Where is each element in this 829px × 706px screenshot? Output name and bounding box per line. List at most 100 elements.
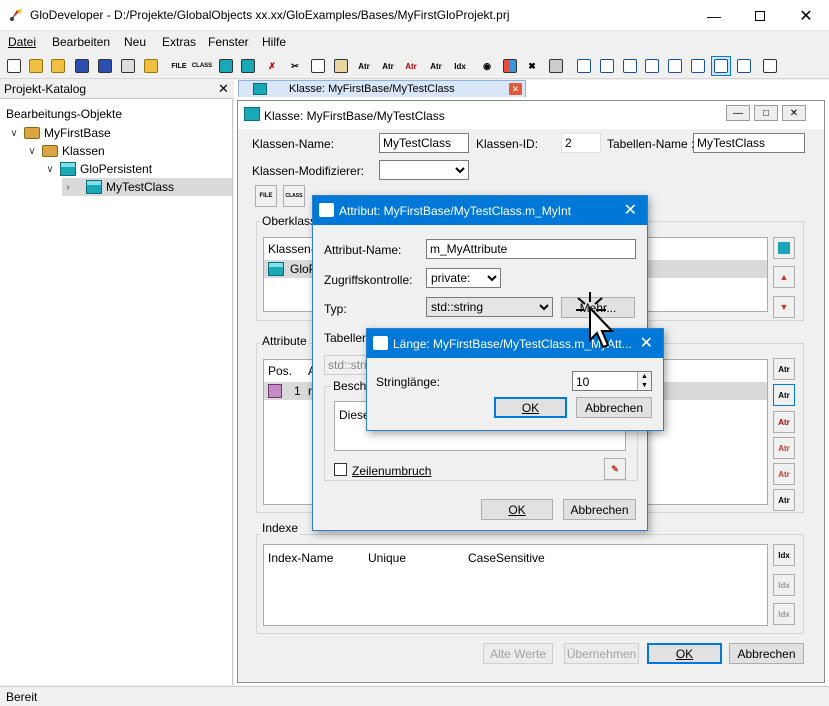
ok-button[interactable]: OK xyxy=(647,643,722,664)
attribute-dialog-close-icon[interactable]: ✕ xyxy=(624,200,637,220)
menu-neu[interactable]: Neu xyxy=(124,35,146,49)
panel-close-icon[interactable]: ✕ xyxy=(218,81,229,97)
old-values-button[interactable]: Alte Werte xyxy=(483,643,553,664)
access-select[interactable]: private: xyxy=(426,268,501,288)
open-icon[interactable] xyxy=(141,56,161,76)
status-text: Bereit xyxy=(6,690,38,704)
index-new-button[interactable]: Idx xyxy=(773,544,795,566)
menu-fenster[interactable]: Fenster xyxy=(208,35,249,49)
mouse-cursor-icon xyxy=(576,292,626,352)
save-icon[interactable] xyxy=(72,56,92,76)
chevron-down-icon[interactable]: ∨ xyxy=(44,164,56,175)
type-select[interactable]: std::string xyxy=(426,297,553,317)
tools-icon[interactable]: ✖ xyxy=(522,56,542,76)
class-name-input[interactable] xyxy=(379,133,469,153)
attr-icon[interactable] xyxy=(216,56,236,76)
frame-2-icon[interactable] xyxy=(597,56,617,76)
paste-icon[interactable] xyxy=(331,56,351,76)
class-button[interactable]: CLASS xyxy=(283,185,305,207)
length-cancel-button[interactable]: Abbrechen xyxy=(576,397,652,418)
index-icon[interactable]: Idx xyxy=(450,56,470,76)
spin-up-icon[interactable]: ▲ xyxy=(641,373,648,380)
child-close-button[interactable]: ✕ xyxy=(782,105,806,121)
close-button[interactable]: ✕ xyxy=(783,0,829,31)
save-as-icon[interactable] xyxy=(95,56,115,76)
tree-item-klassen[interactable]: ∨ Klassen xyxy=(26,142,104,160)
frame-4-icon[interactable] xyxy=(642,56,662,76)
doc-tab[interactable]: Klasse: MyFirstBase/MyTestClass ✕ xyxy=(238,80,526,97)
menu-hilfe[interactable]: Hilfe xyxy=(262,35,286,49)
class-icon[interactable]: CLASS xyxy=(192,56,212,76)
attr-edit-button[interactable]: Atr xyxy=(773,384,795,406)
book-icon[interactable] xyxy=(760,56,780,76)
frame-8-icon[interactable] xyxy=(734,56,754,76)
menu-extras[interactable]: Extras xyxy=(162,35,196,49)
attr-add-icon[interactable]: Atr xyxy=(426,56,446,76)
open-folder-icon[interactable] xyxy=(26,56,46,76)
file-button[interactable]: FILE xyxy=(255,185,277,207)
menu-bar: Datei Bearbeiten Neu Extras Fenster Hilf… xyxy=(0,32,829,52)
attr-copy-icon[interactable]: Atr xyxy=(354,56,374,76)
move-up-button[interactable]: ▲ xyxy=(773,266,795,288)
properties-icon[interactable] xyxy=(118,56,138,76)
attr-ok-button[interactable]: OK xyxy=(481,499,553,520)
class-id-input[interactable] xyxy=(561,133,601,153)
chevron-right-icon[interactable]: › xyxy=(62,182,74,193)
copy-icon[interactable] xyxy=(308,56,328,76)
string-length-spinner[interactable]: 10 ▲ ▼ xyxy=(572,371,652,391)
attr-delete-icon[interactable]: Atr xyxy=(401,56,421,76)
child-restore-button[interactable]: □ xyxy=(754,105,778,121)
chevron-down-icon[interactable]: ∨ xyxy=(26,146,38,157)
move-down-button[interactable]: ▼ xyxy=(773,296,795,318)
table-name-input[interactable] xyxy=(693,133,805,153)
chevron-down-icon[interactable]: ∨ xyxy=(8,128,20,139)
length-ok-button[interactable]: OK xyxy=(494,397,567,418)
tiles-icon[interactable] xyxy=(500,56,520,76)
spin-down-icon[interactable]: ▼ xyxy=(641,382,648,389)
maximize-button[interactable] xyxy=(737,0,783,31)
tree-item-myfirstbase[interactable]: ∨ MyFirstBase xyxy=(8,124,110,142)
edit-description-button[interactable]: ✎ xyxy=(604,458,626,480)
attr-new-button[interactable]: Atr xyxy=(773,358,795,380)
frame-6-icon[interactable] xyxy=(688,56,708,76)
index-list[interactable]: Index-Name Unique CaseSensitive xyxy=(263,544,768,626)
tree-item-glopersistent[interactable]: ∨ GloPersistent xyxy=(44,160,152,178)
cut-icon[interactable]: ✗ xyxy=(262,56,282,76)
attr-move-icon[interactable]: Atr xyxy=(378,56,398,76)
modifier-select[interactable] xyxy=(379,160,469,180)
scissors-icon[interactable]: ✂ xyxy=(285,56,305,76)
menu-neu-label: Neu xyxy=(124,35,147,49)
new-file-icon[interactable] xyxy=(4,56,24,76)
frame-1-icon[interactable] xyxy=(574,56,594,76)
file-class-icon[interactable]: FILE xyxy=(169,56,189,76)
length-dialog-close-icon[interactable]: ✕ xyxy=(640,333,653,353)
build-icon[interactable] xyxy=(546,56,566,76)
menu-datei[interactable]: Datei xyxy=(8,35,36,49)
apply-button[interactable]: Übernehmen xyxy=(564,643,639,664)
close-icon[interactable]: ✕ xyxy=(509,83,522,95)
attr-delete-button[interactable]: Atr xyxy=(773,411,795,433)
cancel-button[interactable]: Abbrechen xyxy=(729,643,804,664)
minimize-button[interactable]: — xyxy=(691,0,737,31)
tree-root[interactable]: Bearbeitungs-Objekte xyxy=(6,105,122,123)
attr-down-button[interactable]: Atr xyxy=(773,463,795,485)
index-edit-button[interactable]: Idx xyxy=(773,574,795,596)
open-folder-2-icon[interactable] xyxy=(48,56,68,76)
wrap-checkbox[interactable] xyxy=(334,463,347,476)
frame-3-icon[interactable] xyxy=(620,56,640,76)
attr-name-input[interactable] xyxy=(426,239,636,259)
child-minimize-button[interactable]: — xyxy=(726,105,750,121)
frame-5-icon[interactable] xyxy=(665,56,685,76)
attr-all-button[interactable]: Atr xyxy=(773,489,795,511)
menu-bearbeiten[interactable]: Bearbeiten xyxy=(52,35,110,49)
attr-up-button[interactable]: Atr xyxy=(773,437,795,459)
toolbar: FILE CLASS ✗ ✂ Atr Atr Atr Atr Idx ◉ ✖ xyxy=(0,53,829,79)
tree-item-mytestclass[interactable]: › MyTestClass xyxy=(62,178,232,196)
find-icon[interactable] xyxy=(238,56,258,76)
index-delete-button[interactable]: Idx xyxy=(773,603,795,625)
globe-icon[interactable]: ◉ xyxy=(477,56,497,76)
spinner-arrows-icon[interactable]: ▲ ▼ xyxy=(637,372,651,390)
attr-cancel-button[interactable]: Abbrechen xyxy=(563,499,636,520)
frame-7-icon[interactable] xyxy=(711,56,731,76)
superclass-edit-button[interactable] xyxy=(773,237,795,259)
